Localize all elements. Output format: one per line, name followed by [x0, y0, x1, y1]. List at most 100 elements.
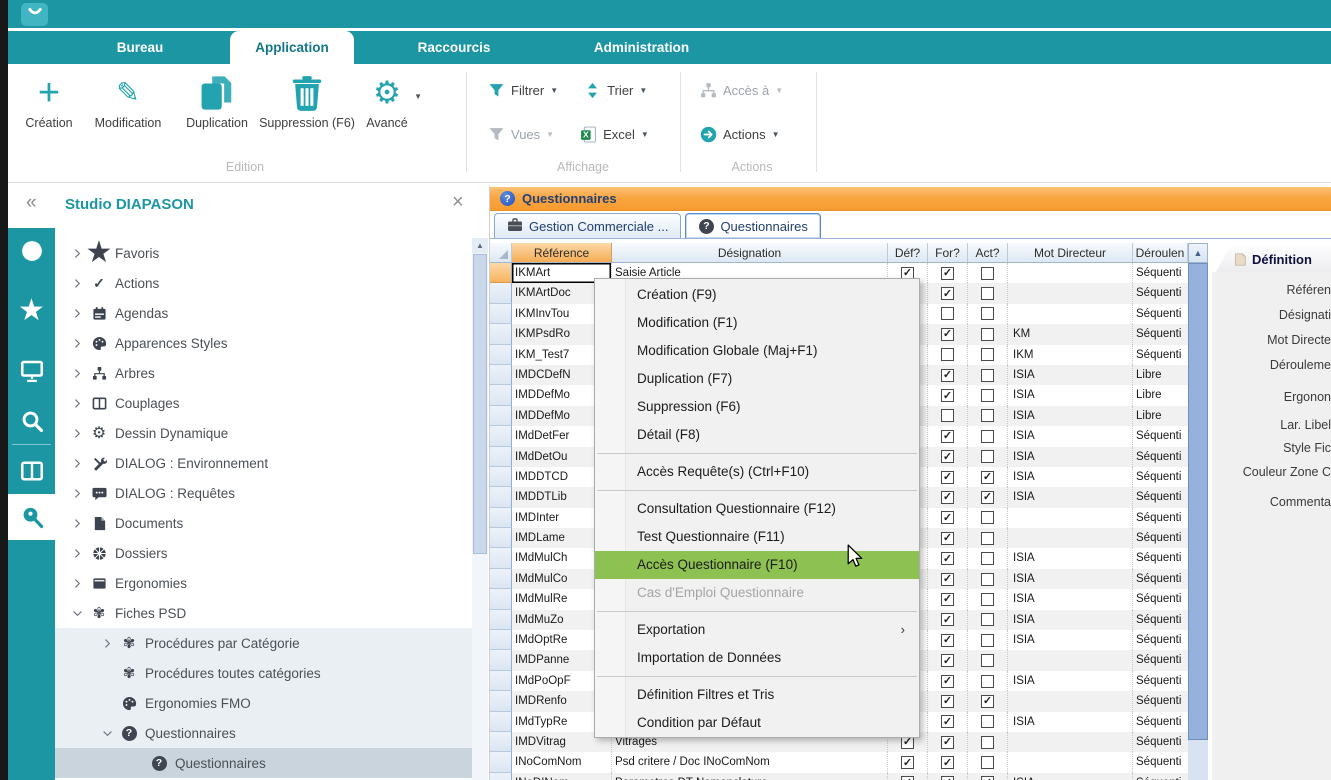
- cell-mot-directeur[interactable]: ISIA: [1008, 548, 1133, 568]
- checkbox-checked-icon[interactable]: ✓: [941, 430, 954, 443]
- sidebar-item-ergonomies[interactable]: Ergonomies: [55, 568, 472, 598]
- cell-mot-directeur[interactable]: [1008, 691, 1133, 711]
- checkbox-cell[interactable]: ✓: [928, 691, 968, 711]
- ribbon-tab-raccourcis[interactable]: Raccourcis: [354, 31, 554, 64]
- menu-item-cr-ation-f9[interactable]: Création (F9): [595, 281, 919, 309]
- checkbox-cell[interactable]: [928, 345, 968, 365]
- column-header-for[interactable]: For?: [928, 243, 968, 262]
- checkbox-cell[interactable]: [968, 528, 1008, 548]
- checkbox-cell[interactable]: ✓: [928, 365, 968, 385]
- cell-mot-directeur[interactable]: ISIA: [1008, 773, 1133, 780]
- checkbox-unchecked-icon[interactable]: [981, 756, 994, 769]
- row-gutter-cell[interactable]: [490, 712, 512, 732]
- checkbox-checked-icon[interactable]: ✓: [981, 471, 994, 484]
- iconbar-monitor-button[interactable]: [8, 348, 55, 394]
- checkbox-cell[interactable]: [968, 610, 1008, 630]
- chevron-right-icon[interactable]: [67, 248, 87, 259]
- checkbox-unchecked-icon[interactable]: [981, 532, 994, 545]
- column-header-act[interactable]: Act?: [968, 243, 1008, 262]
- cell-deroulement[interactable]: Séquenti: [1133, 630, 1188, 650]
- sidebar-item-dialog-requ-tes[interactable]: DIALOG : Requêtes: [55, 478, 472, 508]
- cell-mot-directeur[interactable]: [1008, 263, 1133, 283]
- ribbon-button-actions[interactable]: Actions▼: [700, 122, 780, 146]
- menu-item-d-finition-filtres-et-tris[interactable]: Définition Filtres et Tris: [595, 681, 919, 709]
- iconbar-wheel-button[interactable]: [8, 228, 55, 274]
- row-gutter-cell[interactable]: [490, 589, 512, 609]
- iconbar-pin-search-button[interactable]: [8, 494, 55, 540]
- checkbox-checked-icon[interactable]: ✓: [941, 389, 954, 402]
- cell-designation[interactable]: Psd critere / Doc INoComNom: [612, 752, 888, 772]
- row-gutter-cell[interactable]: [490, 569, 512, 589]
- cell-mot-directeur[interactable]: ISIA: [1008, 589, 1133, 609]
- sidebar-item-apparences-styles[interactable]: Apparences Styles: [55, 328, 472, 358]
- checkbox-cell[interactable]: ✓: [928, 447, 968, 467]
- checkbox-cell[interactable]: [968, 304, 1008, 324]
- cell-mot-directeur[interactable]: ISIA: [1008, 385, 1133, 405]
- cell-deroulement[interactable]: Séquenti: [1133, 304, 1188, 324]
- chevron-right-icon[interactable]: [67, 398, 87, 409]
- checkbox-checked-icon[interactable]: ✓: [941, 613, 954, 626]
- cell-deroulement[interactable]: Séquenti: [1133, 345, 1188, 365]
- cell-deroulement[interactable]: Séquenti: [1133, 508, 1188, 528]
- checkbox-cell[interactable]: ✓: [928, 467, 968, 487]
- checkbox-cell[interactable]: [968, 345, 1008, 365]
- checkbox-cell[interactable]: [968, 406, 1008, 426]
- ribbon-button-suppression-f6[interactable]: Suppression (F6): [258, 70, 356, 130]
- cell-deroulement[interactable]: Séquenti: [1133, 569, 1188, 589]
- cell-mot-directeur[interactable]: ISIA: [1008, 447, 1133, 467]
- row-gutter-cell[interactable]: [490, 691, 512, 711]
- cell-deroulement[interactable]: Séquenti: [1133, 283, 1188, 303]
- checkbox-cell[interactable]: ✓: [928, 324, 968, 344]
- row-gutter-cell[interactable]: [490, 304, 512, 324]
- cell-mot-directeur[interactable]: ISIA: [1008, 671, 1133, 691]
- cell-deroulement[interactable]: Séquenti: [1133, 691, 1188, 711]
- checkbox-checked-icon[interactable]: ✓: [941, 695, 954, 708]
- table-scrollbar[interactable]: ▲: [1188, 243, 1208, 780]
- checkbox-cell[interactable]: [928, 406, 968, 426]
- sidebar-item-arbres[interactable]: Arbres: [55, 358, 472, 388]
- cell-mot-directeur[interactable]: ISIA: [1008, 406, 1133, 426]
- cell-deroulement[interactable]: Séquenti: [1133, 589, 1188, 609]
- checkbox-checked-icon[interactable]: ✓: [941, 573, 954, 586]
- checkbox-checked-icon[interactable]: ✓: [941, 267, 954, 280]
- checkbox-cell[interactable]: ✓: [928, 773, 968, 780]
- cell-mot-directeur[interactable]: [1008, 283, 1133, 303]
- checkbox-cell[interactable]: ✓: [928, 630, 968, 650]
- checkbox-cell[interactable]: ✓: [928, 610, 968, 630]
- checkbox-unchecked-icon[interactable]: [941, 409, 954, 422]
- cell-deroulement[interactable]: Séquenti: [1133, 650, 1188, 670]
- checkbox-checked-icon[interactable]: ✓: [901, 756, 914, 769]
- cell-mot-directeur[interactable]: ISIA: [1008, 487, 1133, 507]
- sidebar-close-icon[interactable]: ×: [452, 191, 464, 214]
- cell-deroulement[interactable]: Libre: [1133, 385, 1188, 405]
- sidebar-item-couplages[interactable]: Couplages: [55, 388, 472, 418]
- ribbon-tab-bureau[interactable]: Bureau: [50, 31, 230, 64]
- checkbox-unchecked-icon[interactable]: [981, 369, 994, 382]
- doc-tab-gestion-commerciale[interactable]: Gestion Commerciale ...: [494, 213, 681, 238]
- checkbox-checked-icon[interactable]: ✓: [941, 450, 954, 463]
- cell-reference[interactable]: INoDINom: [512, 773, 612, 780]
- checkbox-unchecked-icon[interactable]: [981, 675, 994, 688]
- checkbox-unchecked-icon[interactable]: [981, 736, 994, 749]
- checkbox-unchecked-icon[interactable]: [981, 267, 994, 280]
- checkbox-checked-icon[interactable]: ✓: [941, 756, 954, 769]
- row-gutter-cell[interactable]: [490, 345, 512, 365]
- sidebar-item-dialog-environnement[interactable]: DIALOG : Environnement: [55, 448, 472, 478]
- cell-deroulement[interactable]: Libre: [1133, 406, 1188, 426]
- column-header-d-f[interactable]: Déf?: [888, 243, 928, 262]
- column-header-r-f-rence[interactable]: Référence: [512, 243, 612, 262]
- cell-mot-directeur[interactable]: ISIA: [1008, 712, 1133, 732]
- chevron-right-icon[interactable]: [67, 338, 87, 349]
- sidebar-item-proc-dures-par-cat-gorie[interactable]: ✾Procédures par Catégorie: [55, 628, 472, 658]
- checkbox-cell[interactable]: ✓: [928, 385, 968, 405]
- checkbox-checked-icon[interactable]: ✓: [941, 736, 954, 749]
- checkbox-unchecked-icon[interactable]: [981, 511, 994, 524]
- checkbox-cell[interactable]: ✓: [968, 773, 1008, 780]
- checkbox-cell[interactable]: [968, 447, 1008, 467]
- column-header-mot-directeur[interactable]: Mot Directeur: [1008, 243, 1133, 262]
- checkbox-checked-icon[interactable]: ✓: [901, 776, 914, 780]
- checkbox-cell[interactable]: [968, 508, 1008, 528]
- checkbox-checked-icon[interactable]: ✓: [941, 715, 954, 728]
- tree-scrollbar[interactable]: ▲: [472, 238, 488, 780]
- checkbox-unchecked-icon[interactable]: [981, 348, 994, 361]
